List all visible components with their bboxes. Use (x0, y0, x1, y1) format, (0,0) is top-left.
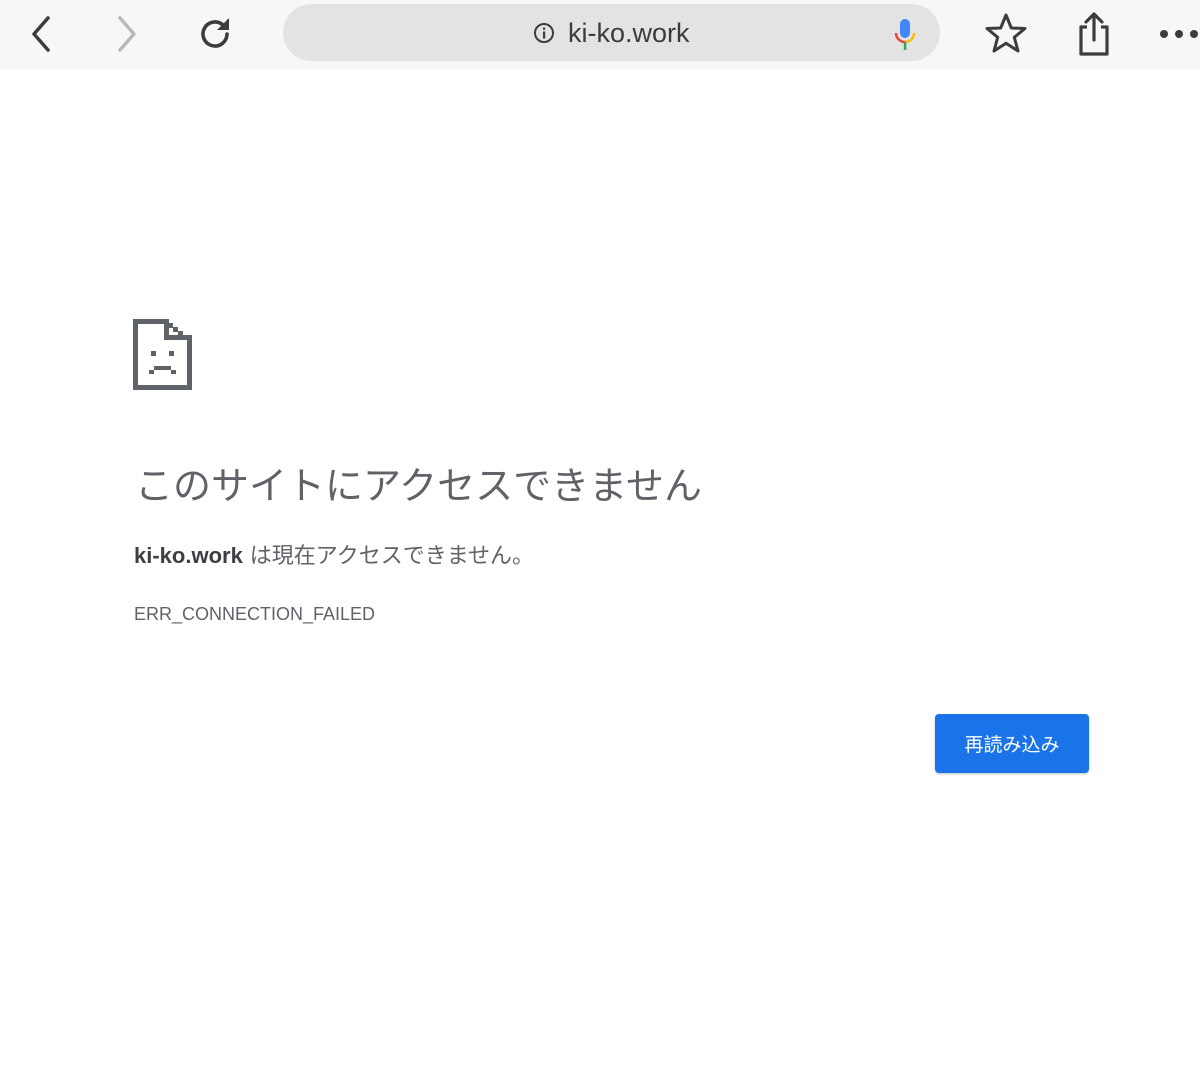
reload-page-button[interactable]: 再読み込み (935, 714, 1089, 773)
error-message-text: は現在アクセスできません。 (242, 544, 535, 569)
more-button[interactable] (1150, 8, 1200, 60)
reload-icon (201, 18, 229, 48)
reload-button[interactable] (190, 8, 242, 60)
back-button[interactable] (15, 8, 67, 60)
forward-button[interactable] (101, 8, 153, 60)
more-icon (1160, 30, 1198, 38)
microphone-icon[interactable] (893, 18, 917, 52)
address-url: ki-ko.work (568, 18, 690, 48)
star-icon (985, 13, 1027, 53)
sad-document-icon (133, 319, 192, 390)
error-host: ki-ko.work (134, 543, 243, 568)
error-heading: このサイトにアクセスできません (135, 464, 702, 508)
share-icon (1079, 12, 1109, 56)
error-code: ERR_CONNECTION_FAILED (134, 604, 376, 624)
info-icon[interactable] (533, 22, 555, 44)
back-icon (32, 16, 50, 52)
share-button[interactable] (1068, 8, 1120, 60)
address-bar[interactable]: ki-ko.work (283, 4, 940, 61)
browser-toolbar: ki-ko.work (0, 0, 1200, 70)
error-message: ki-ko.work は現在アクセスできません。 (134, 541, 534, 572)
forward-icon (118, 16, 136, 52)
bookmark-button[interactable] (980, 8, 1032, 60)
